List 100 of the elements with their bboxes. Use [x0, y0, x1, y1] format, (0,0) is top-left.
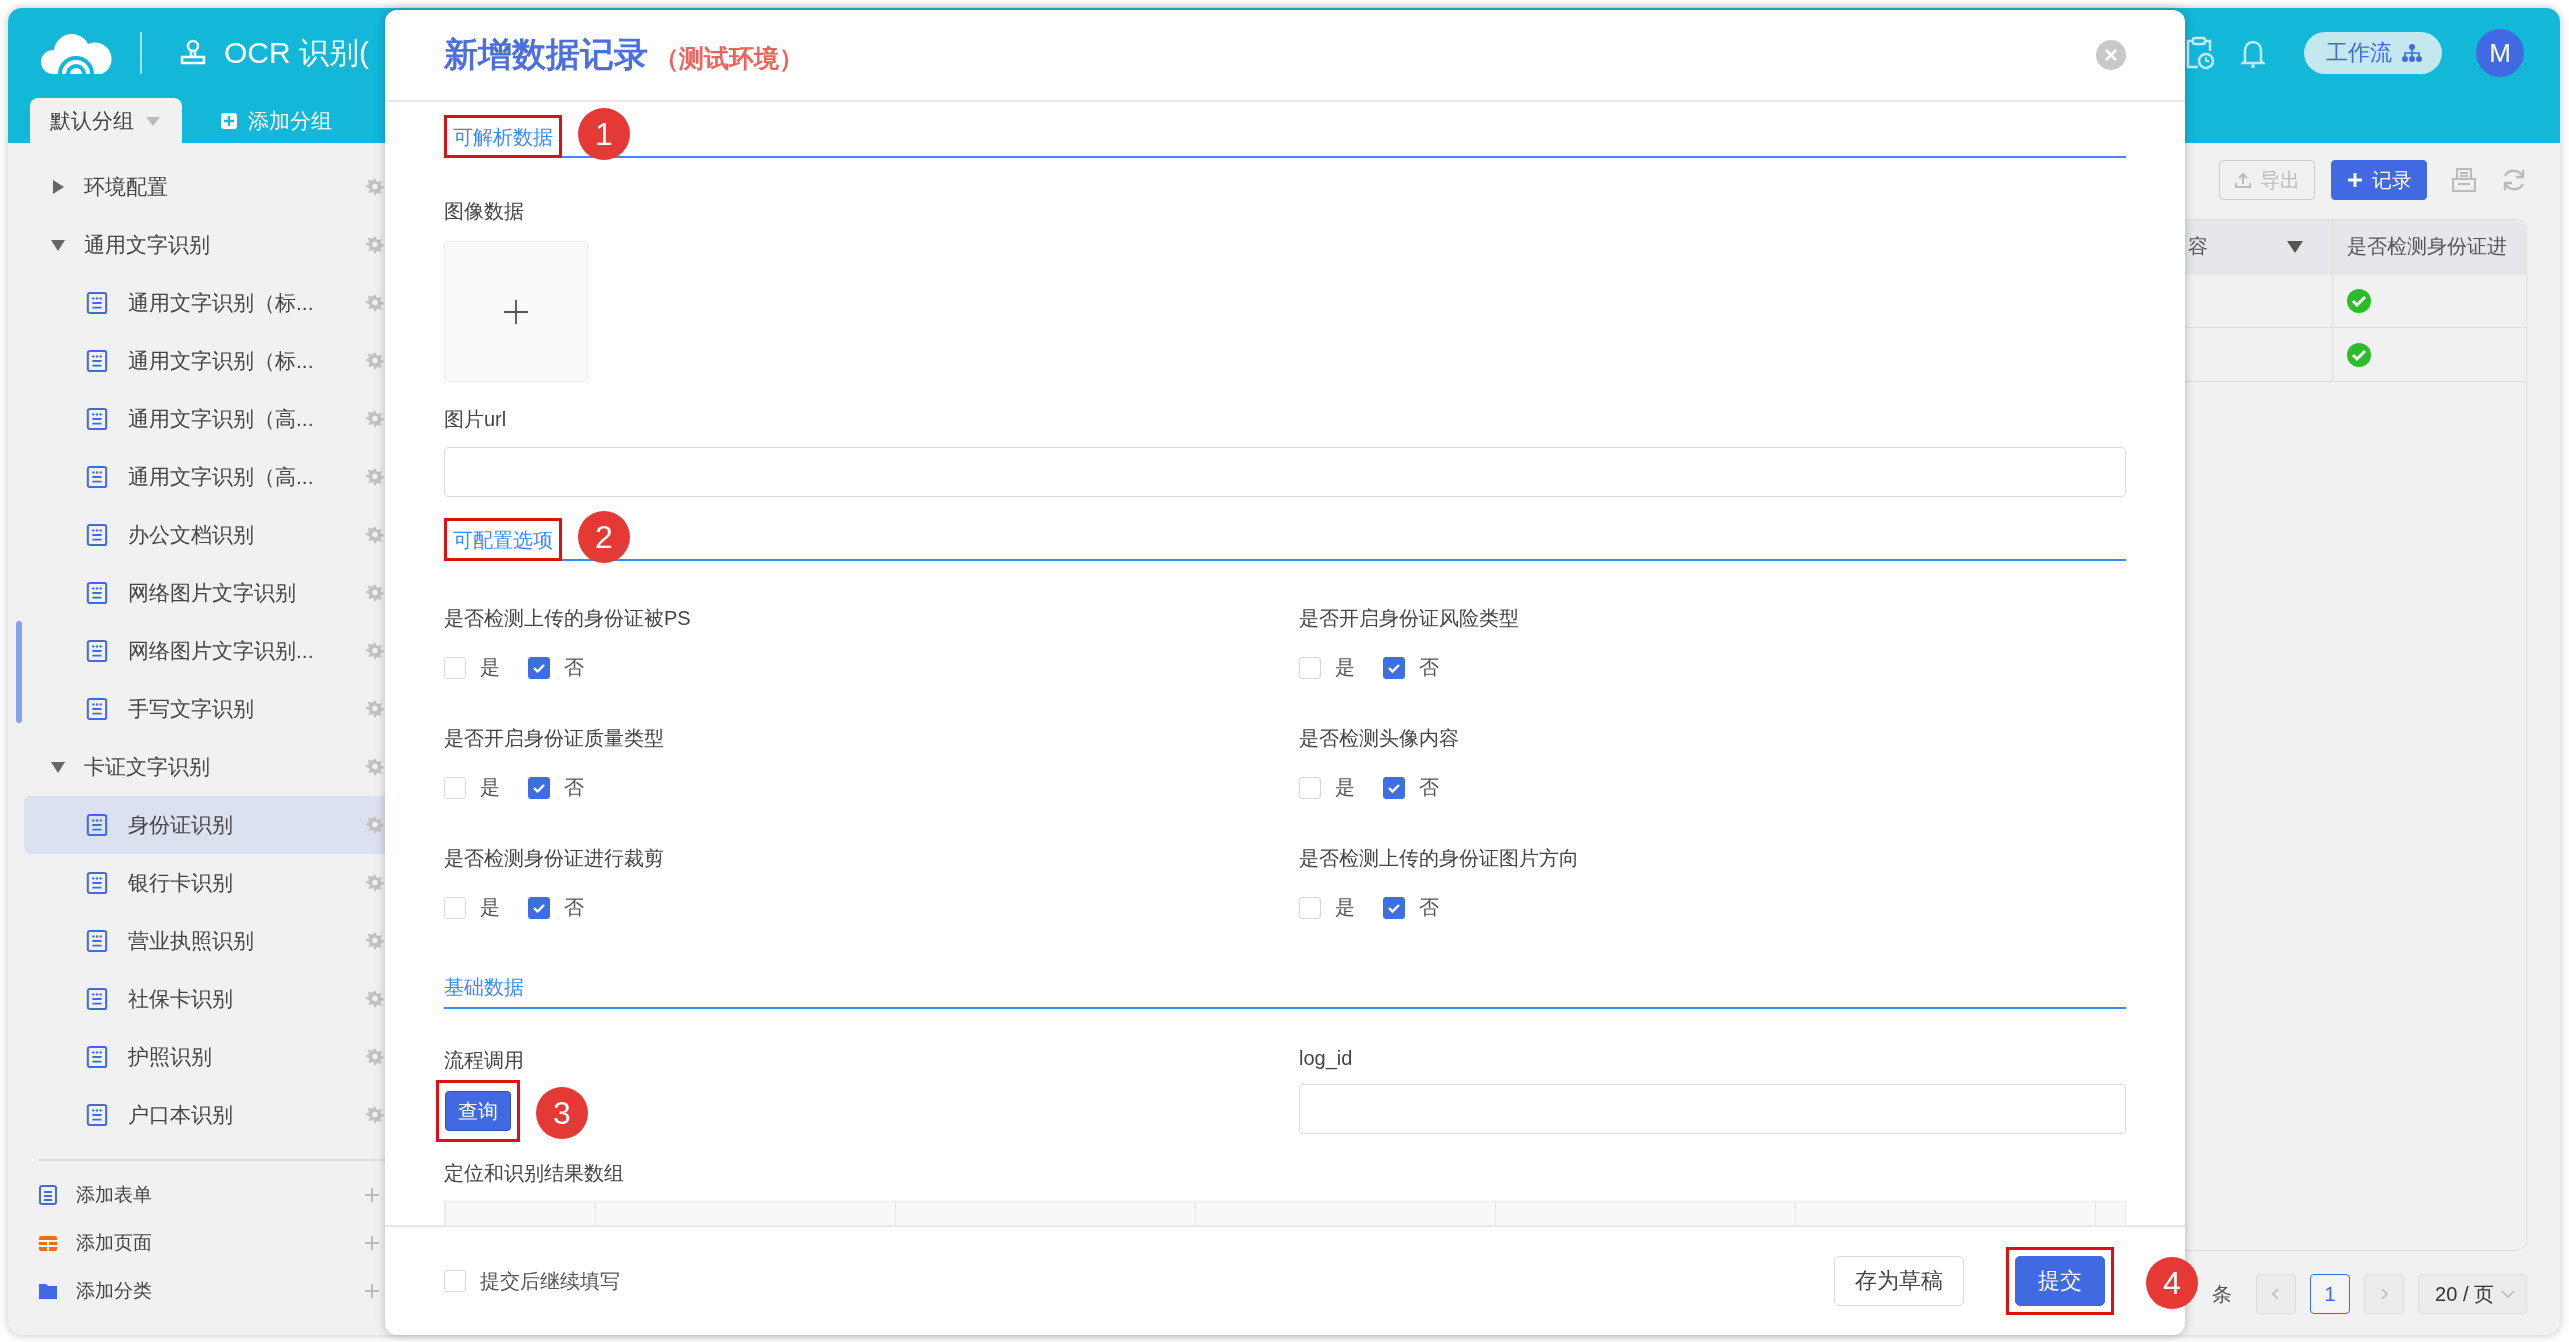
upload-icon — [2234, 171, 2252, 189]
item-label: 添加表单 — [76, 1183, 153, 1207]
query-button[interactable]: 查询 — [445, 1091, 511, 1131]
settings-icon[interactable] — [365, 989, 385, 1009]
input-field[interactable] — [444, 447, 2126, 497]
tree-item[interactable]: 通用文字识别（标... — [24, 274, 385, 332]
step-badge: 1 — [578, 108, 630, 160]
section-title: 可解析数据 — [453, 125, 553, 150]
settings-icon[interactable] — [365, 525, 385, 545]
settings-icon[interactable] — [365, 1047, 385, 1067]
field-label: 是否开启身份证质量类型 — [444, 726, 665, 751]
avatar[interactable]: M — [2476, 29, 2524, 77]
checkbox[interactable] — [1383, 896, 1405, 919]
scrollbar[interactable] — [16, 621, 22, 723]
tree-item[interactable]: 网络图片文字识别 — [24, 564, 385, 622]
field-label: 图片url — [444, 407, 508, 432]
column-header[interactable]: 是否检测身份证进 — [2347, 233, 2507, 260]
input-field[interactable] — [1299, 1084, 2126, 1134]
printer-icon[interactable] — [2451, 167, 2477, 193]
settings-icon[interactable] — [365, 351, 385, 371]
page-button[interactable]: 1 — [2310, 1274, 2351, 1314]
tree-item[interactable]: 手写文字识别 — [24, 680, 385, 738]
checkbox[interactable] — [528, 656, 550, 679]
section-title: 可配置选项 — [453, 528, 553, 553]
item-label: 网络图片文字识别... — [128, 638, 315, 664]
tree-item[interactable]: 网络图片文字识别... — [24, 622, 385, 680]
workflow-button[interactable]: 工作流 — [2304, 32, 2442, 74]
total-count: 条 — [2212, 1281, 2233, 1307]
settings-icon[interactable] — [365, 235, 385, 255]
item-label: 社保卡识别 — [128, 986, 234, 1012]
add-record-button[interactable]: 记录 — [2331, 160, 2427, 200]
collapse-arrow-icon[interactable] — [50, 759, 66, 775]
tree-item[interactable]: 通用文字识别（高... — [24, 390, 385, 448]
form-icon — [86, 813, 108, 837]
plus-icon[interactable] — [363, 1186, 381, 1204]
tree-item[interactable]: 办公文档识别 — [24, 506, 385, 564]
settings-icon[interactable] — [365, 757, 385, 777]
option-label: 是 — [1335, 655, 1355, 680]
item-label: 身份证识别 — [128, 812, 234, 838]
tab[interactable]: 默认分组 — [30, 98, 182, 143]
column-header[interactable]: 容 — [2188, 233, 2208, 260]
checkbox[interactable] — [528, 896, 550, 919]
tree-item[interactable]: 户口本识别 — [24, 1086, 385, 1144]
settings-icon[interactable] — [365, 583, 385, 603]
item-label: 户口本识别 — [128, 1102, 234, 1128]
checkbox[interactable] — [528, 776, 550, 799]
form-icon — [86, 639, 108, 663]
prev-page-button[interactable] — [2256, 1274, 2297, 1314]
settings-icon[interactable] — [365, 641, 385, 661]
field-label: 流程调用 — [444, 1048, 525, 1073]
tree-item[interactable]: 社保卡识别 — [24, 970, 385, 1028]
settings-icon[interactable] — [365, 1105, 385, 1125]
add-item[interactable]: 添加分类 — [38, 1267, 385, 1315]
tree-item[interactable]: 通用文字识别（标... — [24, 332, 385, 390]
expand-arrow-icon[interactable] — [50, 179, 66, 195]
close-icon[interactable] — [2096, 40, 2126, 70]
tree-item[interactable]: 营业执照识别 — [24, 912, 385, 970]
settings-icon[interactable] — [365, 467, 385, 487]
settings-icon[interactable] — [365, 931, 385, 951]
plus-icon — [2346, 171, 2364, 189]
option-label: 否 — [1419, 775, 1439, 800]
plus-icon[interactable] — [363, 1282, 381, 1300]
add-item[interactable]: 添加表单 — [38, 1171, 385, 1219]
checkbox[interactable] — [1383, 776, 1405, 799]
collapse-arrow-icon[interactable] — [50, 237, 66, 253]
group-label: 卡证文字识别 — [84, 754, 211, 780]
settings-icon[interactable] — [365, 699, 385, 719]
step-badge: 3 — [536, 1087, 588, 1139]
tree-item[interactable]: 护照识别 — [24, 1028, 385, 1086]
settings-icon[interactable] — [365, 873, 385, 893]
form-icon — [86, 465, 108, 489]
save-draft-button[interactable]: 存为草稿 — [1834, 1256, 1964, 1306]
submit-button[interactable]: 提交 — [2015, 1256, 2105, 1306]
item-label: 办公文档识别 — [128, 522, 255, 548]
option-label: 否 — [564, 775, 584, 800]
option-label: 否 — [1419, 655, 1439, 680]
settings-icon[interactable] — [365, 293, 385, 313]
add-item[interactable]: 添加页面 — [38, 1219, 385, 1267]
tree-item[interactable]: 身份证识别 — [24, 796, 385, 854]
checkbox[interactable] — [1383, 656, 1405, 679]
tree-group[interactable]: 通用文字识别 — [24, 216, 385, 274]
tree-item[interactable]: 通用文字识别（高... — [24, 448, 385, 506]
chevron-down-icon — [2500, 1288, 2516, 1300]
next-page-button[interactable] — [2364, 1274, 2405, 1314]
refresh-icon[interactable] — [2501, 167, 2527, 193]
tree-group[interactable]: 环境配置 — [24, 158, 385, 216]
settings-icon[interactable] — [365, 409, 385, 429]
settings-icon[interactable] — [365, 177, 385, 197]
app-title: OCR 识别( — [224, 34, 369, 71]
tree-group[interactable]: 卡证文字识别 — [24, 738, 385, 796]
plus-icon[interactable] — [363, 1234, 381, 1252]
page-size-select[interactable]: 20 / 页 — [2418, 1274, 2527, 1314]
clipboard-icon[interactable] — [2184, 36, 2214, 70]
section-title: 基础数据 — [444, 975, 524, 1000]
tree-item[interactable]: 银行卡识别 — [24, 854, 385, 912]
settings-icon[interactable] — [365, 815, 385, 835]
step-badge: 2 — [578, 511, 630, 563]
field-label: 定位和识别结果数组 — [444, 1161, 625, 1186]
caret-icon[interactable] — [2286, 239, 2304, 254]
upload-box[interactable] — [444, 241, 588, 382]
